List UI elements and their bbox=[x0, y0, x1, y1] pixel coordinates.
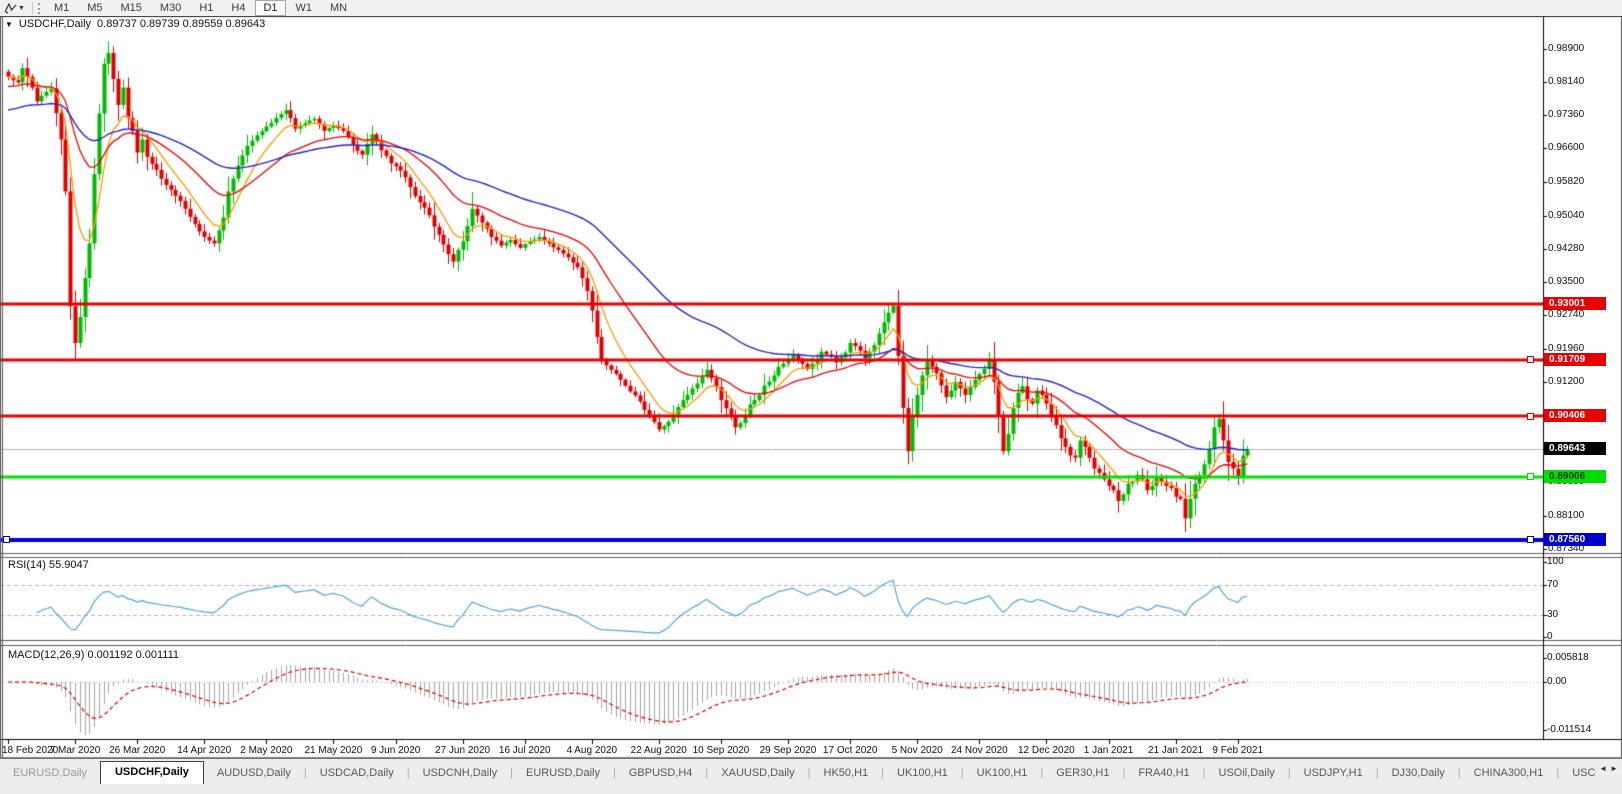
timeframe-button-m15[interactable]: M15 bbox=[113, 0, 150, 16]
chart-tab-hk50-h1[interactable]: HK50,H1 bbox=[811, 763, 882, 784]
date-axis-label: 21 Jan 2021 bbox=[1148, 745, 1204, 756]
date-axis-label: 10 Sep 2020 bbox=[692, 745, 750, 756]
macd-axis-label: 0.00 bbox=[1547, 676, 1567, 687]
price-chart-canvas[interactable] bbox=[0, 0, 1622, 794]
timeframe-button-m30[interactable]: M30 bbox=[152, 0, 189, 16]
toolbar-grip-handle[interactable] bbox=[37, 2, 40, 14]
rsi-indicator-label: RSI(14) 55.9047 bbox=[8, 559, 89, 571]
tab-scroll-controls: ◄ ► bbox=[1597, 759, 1622, 774]
rsi-axis-label: 70 bbox=[1547, 578, 1559, 590]
tab-scroll-right-icon[interactable]: ► bbox=[1610, 764, 1618, 774]
chart-tab-usdchf-daily[interactable]: USDCHF,Daily bbox=[99, 761, 204, 784]
date-axis-label: 14 Apr 2020 bbox=[177, 745, 232, 756]
rsi-axis-label: 0 bbox=[1547, 631, 1553, 642]
date-axis-label: 12 Dec 2020 bbox=[1017, 745, 1075, 756]
level-price-badge: 0.91709 bbox=[1544, 352, 1606, 366]
chart-tool-button[interactable]: ▼ bbox=[0, 1, 29, 15]
price-axis-label: 0.96600 bbox=[1548, 142, 1585, 154]
date-axis-label: 22 Aug 2020 bbox=[630, 745, 687, 756]
date-axis-label: 7 Mar 2020 bbox=[49, 745, 101, 756]
date-axis-label: 2 May 2020 bbox=[240, 745, 293, 756]
date-axis-label: 1 Jan 2021 bbox=[1083, 745, 1134, 756]
trading-terminal-window: ▼ M1 M5 M15 M30 H1 H4 D1 W1 MN ▼ USDCHF,Daily 0.… bbox=[0, 0, 1622, 794]
hline-handle[interactable] bbox=[3, 536, 10, 544]
level-price-badge: 0.93001 bbox=[1544, 296, 1606, 310]
chart-symbol-period: USDCHF,Daily bbox=[18, 18, 92, 30]
chart-tab-bar: EURUSD,Daily USDCHF,Daily AUDUSD,Daily | USD… bbox=[0, 758, 1622, 794]
current-price-badge: 0.89643 bbox=[1544, 442, 1606, 456]
price-axis-label: 0.98900 bbox=[1548, 42, 1585, 54]
chart-tab-usoil-daily[interactable]: USOil,Daily bbox=[1206, 763, 1288, 784]
date-axis-label: 29 Sep 2020 bbox=[759, 745, 817, 756]
tab-scroll-left-icon[interactable]: ◄ bbox=[1599, 764, 1607, 774]
timeframe-button-w1[interactable]: W1 bbox=[288, 0, 321, 16]
timeframe-button-h1[interactable]: H1 bbox=[191, 0, 221, 16]
chart-tab-usc[interactable]: USC bbox=[1559, 763, 1597, 784]
chart-tab-dj30-daily[interactable]: DJ30,Daily bbox=[1379, 763, 1458, 784]
level-price-badge: 0.87560 bbox=[1544, 532, 1606, 546]
level-price-badge: 0.90406 bbox=[1544, 409, 1606, 423]
price-axis-label: 0.95820 bbox=[1548, 175, 1585, 187]
price-axis-label: 0.92740 bbox=[1548, 309, 1585, 321]
date-axis-label: 9 Feb 2021 bbox=[1212, 745, 1264, 756]
timeframe-buttons: M1 M5 M15 M30 H1 H4 D1 W1 MN bbox=[45, 0, 356, 16]
price-axis-label: 0.93500 bbox=[1548, 276, 1585, 288]
window-menu-arrow-icon[interactable]: ▼ bbox=[5, 20, 13, 29]
chart-tab-eurusd-daily[interactable]: EURUSD,Daily bbox=[0, 763, 100, 784]
chart-tab-china300-h1[interactable]: CHINA300,H1 bbox=[1461, 763, 1557, 784]
timeframe-button-h4[interactable]: H4 bbox=[223, 0, 253, 16]
macd-axis-label: 0.005818 bbox=[1547, 651, 1589, 663]
date-axis-label: 26 Mar 2020 bbox=[109, 745, 166, 756]
toolbar-separator bbox=[31, 2, 33, 14]
chart-tabs: EURUSD,Daily USDCHF,Daily AUDUSD,Daily | USD… bbox=[0, 759, 1597, 784]
chart-tab-uk100-h1[interactable]: UK100,H1 bbox=[884, 763, 961, 784]
chart-tab-audusd-daily[interactable]: AUDUSD,Daily bbox=[204, 763, 304, 784]
hline-handle[interactable] bbox=[1527, 536, 1534, 544]
chart-tab-eurusd-daily[interactable]: EURUSD,Daily bbox=[513, 763, 613, 784]
chart-ohlc-values: 0.89737 0.89739 0.89559 0.89643 bbox=[97, 18, 266, 30]
timeframe-toolbar: ▼ M1 M5 M15 M30 H1 H4 D1 W1 MN bbox=[0, 0, 1622, 17]
price-axis-label: 0.94280 bbox=[1548, 242, 1585, 254]
rsi-axis-label: 100 bbox=[1547, 556, 1564, 567]
macd-axis-label: -0.011514 bbox=[1547, 723, 1592, 735]
chart-tab-usdcad-daily[interactable]: USDCAD,Daily bbox=[307, 763, 407, 784]
chart-tab-usdcnh-daily[interactable]: USDCNH,Daily bbox=[410, 763, 511, 784]
chart-tab-ger30-h1[interactable]: GER30,H1 bbox=[1043, 763, 1122, 784]
hline-handle[interactable] bbox=[1527, 356, 1534, 364]
timeframe-button-m1[interactable]: M1 bbox=[46, 0, 77, 16]
price-axis-label: 0.95040 bbox=[1548, 209, 1585, 221]
chart-window-title: ▼ USDCHF,Daily 0.89737 0.89739 0.89559 0… bbox=[5, 18, 265, 30]
date-axis-label: 27 Jun 2020 bbox=[435, 745, 491, 756]
timeframe-button-m5[interactable]: M5 bbox=[79, 0, 110, 16]
macd-indicator-label: MACD(12,26,9) 0.001192 0.001111 bbox=[8, 649, 180, 661]
date-axis-label: 21 May 2020 bbox=[304, 745, 363, 756]
chart-tab-fra40-h1[interactable]: FRA40,H1 bbox=[1125, 763, 1202, 784]
date-axis-label: 5 Nov 2020 bbox=[891, 745, 943, 756]
chart-tab-usdjpy-h1[interactable]: USDJPY,H1 bbox=[1291, 763, 1376, 784]
chart-tab-xauusd-daily[interactable]: XAUUSD,Daily bbox=[708, 763, 807, 784]
chevron-down-icon: ▼ bbox=[18, 4, 25, 12]
level-price-badge: 0.89006 bbox=[1544, 469, 1606, 483]
price-axis-label: 0.98140 bbox=[1548, 75, 1585, 87]
chart-tab-uk100-h1[interactable]: UK100,H1 bbox=[964, 763, 1041, 784]
timeframe-button-mn[interactable]: MN bbox=[322, 0, 355, 16]
date-axis-label: 16 Jul 2020 bbox=[498, 745, 551, 756]
cursor-tool-icon bbox=[4, 2, 17, 14]
date-axis-label: 17 Oct 2020 bbox=[822, 745, 878, 756]
chart-tab-gbpusd-h4[interactable]: GBPUSD,H4 bbox=[616, 763, 706, 784]
hline-handle[interactable] bbox=[1527, 412, 1534, 420]
date-axis-label: 4 Aug 2020 bbox=[566, 745, 618, 756]
price-axis-label: 0.97360 bbox=[1548, 109, 1585, 121]
price-axis-label: 0.88100 bbox=[1548, 510, 1585, 522]
date-axis-label: 9 Jun 2020 bbox=[370, 745, 421, 756]
price-axis-label: 0.91200 bbox=[1548, 375, 1585, 387]
rsi-axis-label: 30 bbox=[1547, 608, 1559, 620]
date-axis-label: 24 Nov 2020 bbox=[950, 745, 1008, 756]
timeframe-button-d1[interactable]: D1 bbox=[255, 0, 286, 16]
hline-handle[interactable] bbox=[1527, 473, 1534, 481]
